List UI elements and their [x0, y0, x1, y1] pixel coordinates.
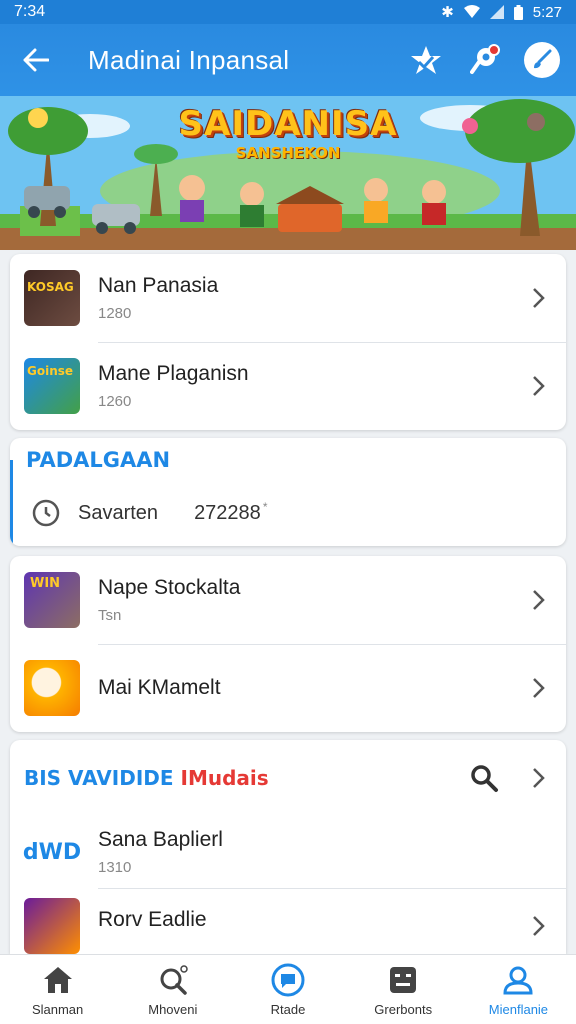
banner-logo: SAIDANISA — [178, 104, 398, 144]
accent-bar — [10, 460, 13, 546]
list-item-subtitle: 1280 — [98, 305, 132, 322]
status-bar: 7:34 ✱ 5:27 — [0, 0, 576, 24]
app-bar-actions — [408, 42, 560, 78]
status-card: PADALGAAN Savarten 272288 * — [10, 438, 566, 546]
section-heading-red: IMudais — [180, 766, 269, 790]
battery-icon — [513, 4, 523, 20]
nav-item-chat[interactable]: Rtade — [230, 955, 345, 1024]
list-item-subtitle: Tsn — [98, 607, 122, 624]
chevron-right-icon — [524, 912, 552, 940]
status-time: 7:34 — [14, 3, 46, 20]
nav-label: Mienflanie — [488, 1001, 549, 1017]
game-thumbnail: Goinse — [24, 358, 80, 414]
section-header: BIS VAVIDIDE IMudais — [10, 740, 566, 816]
status-value: 272288 — [194, 501, 261, 524]
notifications-button[interactable] — [466, 42, 502, 78]
home-icon — [41, 963, 75, 997]
nav-label: Slanman — [31, 1001, 84, 1017]
section-heading-blue: BIS VAVIDIDE — [24, 766, 174, 790]
list-card-bottom: BIS VAVIDIDE IMudais dWD Sana Baplierl 1… — [10, 740, 566, 954]
bottom-navigation: Slanman Mhoveni Rtade Grerbonts Mienflan… — [0, 954, 576, 1024]
chevron-right-icon — [524, 586, 552, 614]
robot-icon — [386, 963, 420, 997]
edit-button[interactable] — [524, 42, 560, 78]
game-thumbnail — [24, 898, 80, 954]
promo-banner[interactable]: SAIDANISA SANSHEKON — [0, 96, 576, 250]
nav-item-search[interactable]: Mhoveni — [115, 955, 230, 1024]
nav-label: Mhoveni — [148, 1001, 198, 1017]
banner-logo-sub: SANSHEKON — [235, 144, 341, 162]
game-thumbnail: WIN — [24, 572, 80, 628]
list-card-mid: WIN Nape Stockalta Tsn Mai KMamelt — [10, 556, 566, 732]
status-clock: 5:27 — [532, 3, 562, 21]
clock-icon — [32, 499, 60, 527]
list-item-title: Nape Stockalta — [98, 576, 241, 599]
app-bar: Madinai Inpansal — [0, 24, 576, 96]
profile-icon — [501, 963, 535, 997]
back-button[interactable] — [16, 40, 56, 80]
status-row[interactable]: Savarten 272288 * — [10, 482, 566, 544]
status-icons: ✱ 5:27 — [441, 3, 562, 22]
list-item[interactable]: dWD Sana Baplierl 1310 — [10, 816, 566, 888]
list-item-title: Nan Panasia — [98, 274, 219, 297]
bluetooth-icon: ✱ — [441, 4, 454, 21]
list-item-title: Mane Plaganisn — [98, 362, 249, 385]
thumbnail-label: WIN — [30, 576, 61, 591]
star-icon — [411, 46, 441, 74]
list-item[interactable]: KOSAG Nan Panasia 1280 — [10, 254, 566, 342]
nav-item-home[interactable]: Slanman — [0, 955, 115, 1024]
back-arrow-icon — [23, 48, 49, 72]
thumbnail-label: dWD — [22, 839, 82, 865]
chevron-right-icon[interactable] — [524, 764, 552, 792]
list-item-title: Rorv Eadlie — [98, 908, 207, 931]
page-title: Madinai Inpansal — [88, 44, 290, 75]
list-item-title: Mai KMamelt — [98, 676, 221, 699]
thumbnail-label: Goinse — [27, 364, 74, 378]
status-value-suffix: * — [262, 500, 268, 514]
game-thumbnail — [24, 660, 80, 716]
game-thumbnail: KOSAG — [24, 270, 80, 326]
list-item-subtitle: 1260 — [98, 393, 132, 410]
list-item[interactable]: Mai KMamelt — [10, 644, 566, 732]
nav-label: Rtade — [270, 1001, 306, 1017]
search-icon — [156, 963, 190, 997]
thumbnail-label: KOSAG — [27, 280, 74, 294]
section-title: PADALGAAN — [26, 448, 171, 472]
list-item[interactable]: WIN Nape Stockalta Tsn — [10, 556, 566, 644]
brand-thumbnail: dWD — [22, 824, 82, 880]
list-card-top: KOSAG Nan Panasia 1280 Goinse Mane Plaga… — [10, 254, 566, 430]
notification-badge — [488, 44, 500, 56]
list-item[interactable]: Goinse Mane Plaganisn 1260 — [10, 342, 566, 430]
status-label: Savarten — [78, 501, 159, 524]
nav-label: Grerbonts — [374, 1001, 433, 1017]
chat-icon — [271, 963, 305, 997]
nav-item-profile[interactable]: Mienflanie — [461, 955, 576, 1024]
wifi-icon — [463, 5, 480, 18]
search-icon — [471, 765, 498, 792]
section-search-button[interactable] — [464, 758, 504, 798]
brush-icon — [534, 49, 552, 69]
signal-icon — [489, 5, 504, 19]
nav-item-robot[interactable]: Grerbonts — [346, 955, 461, 1024]
favorites-button[interactable] — [408, 42, 444, 78]
chevron-right-icon — [524, 674, 552, 702]
list-item-title: Sana Baplierl — [98, 828, 223, 851]
list-item[interactable]: Rorv Eadlie — [10, 888, 566, 954]
section-heading: BIS VAVIDIDE IMudais — [24, 766, 464, 790]
list-item-subtitle: 1310 — [98, 859, 132, 876]
chevron-right-icon — [524, 372, 552, 400]
chevron-right-icon — [524, 284, 552, 312]
